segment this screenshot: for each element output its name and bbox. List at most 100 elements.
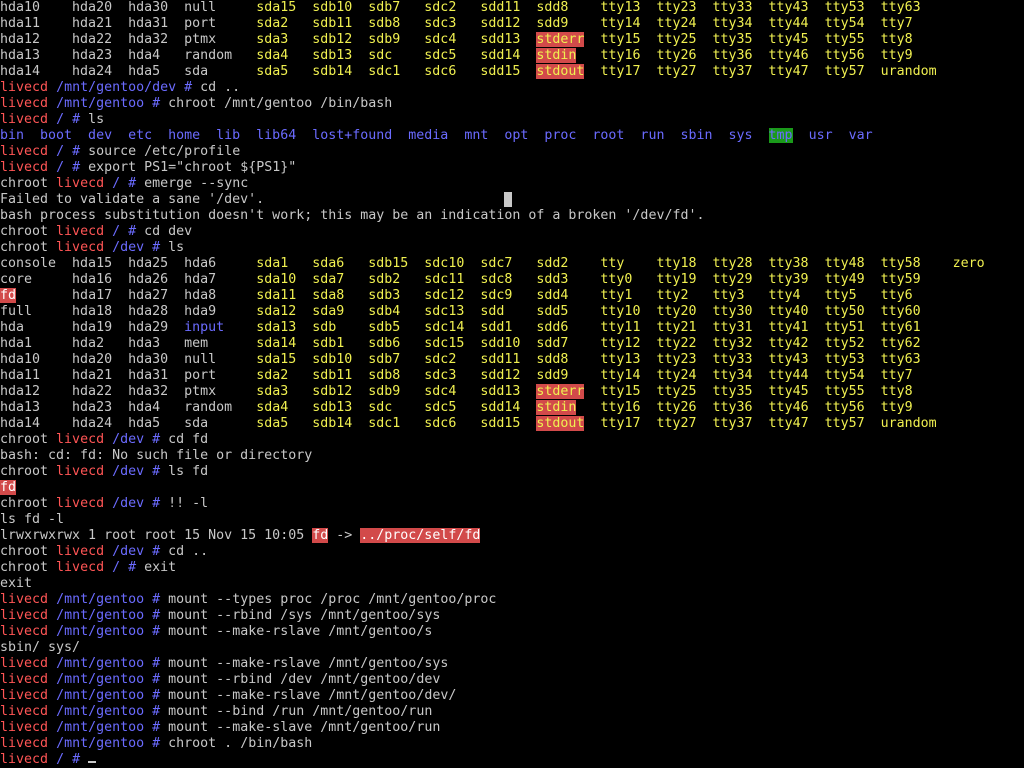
- terminal-text-segment: mount --make-rslave /mnt/gentoo/sys: [160, 656, 449, 671]
- terminal-text-segment: chroot: [0, 464, 57, 479]
- terminal-text-segment: livecd: [0, 704, 49, 719]
- terminal-text-segment: sda3 sdb12 sdb9 sdc4 sdd13: [256, 384, 537, 399]
- terminal-text-segment: core hda16 hda26 hda7: [0, 272, 257, 287]
- terminal-text-segment: fd: [0, 288, 17, 303]
- terminal-text-segment: /dev #: [112, 464, 161, 479]
- terminal-text-segment: livecd: [56, 432, 105, 447]
- terminal-text-segment: / #: [112, 176, 137, 191]
- terminal-line: livecd / #: [0, 752, 1024, 768]
- terminal-line: chroot livecd / # exit: [0, 560, 1024, 576]
- terminal-text-segment: hda14 hda24 hda5 sda: [0, 64, 257, 79]
- terminal-text-segment: sda5 sdb14 sdc1 sdc6 sdd15: [256, 416, 537, 431]
- terminal-line: hda13 hda23 hda4 random sda4 sdb13 sdc s…: [0, 400, 1024, 416]
- terminal-text-segment: stdout: [536, 64, 585, 79]
- terminal-text-segment: input: [184, 320, 225, 335]
- terminal-text-segment: mount --make-rslave /mnt/gentoo/dev/: [160, 688, 457, 703]
- terminal-text-segment: chroot /mnt/gentoo /bin/bash: [160, 96, 393, 111]
- terminal-text-segment: livecd: [0, 624, 49, 639]
- terminal-line: chroot livecd /dev # ls fd: [0, 464, 1024, 480]
- terminal-text-segment: /mnt/gentoo #: [56, 736, 161, 751]
- terminal-text-segment: /mnt/gentoo #: [56, 592, 161, 607]
- terminal-text-segment: livecd: [0, 736, 49, 751]
- terminal-text-segment: / #: [56, 160, 81, 175]
- terminal-line: fd: [0, 480, 1024, 496]
- terminal-line: livecd /mnt/gentoo # chroot . /bin/bash: [0, 736, 1024, 752]
- terminal-text-segment: hda11 hda21 hda31 port: [0, 16, 257, 31]
- terminal-text-segment: chroot: [0, 544, 57, 559]
- terminal-text-segment: console hda15 hda25 hda6: [0, 256, 257, 271]
- terminal-text-segment: source /etc/profile: [80, 144, 241, 159]
- terminal-text-segment: tty17 tty27 tty37 tty47 tty57 urandom: [584, 64, 937, 79]
- terminal-text-segment: Failed to validate a sane '/dev'.: [0, 192, 265, 207]
- terminal-screen[interactable]: hda10 hda20 hda30 null sda15 sdb10 sdb7 …: [0, 0, 1024, 768]
- terminal-text-segment: sda15 sdb10 sdb7 sdc2 sdd11 sdd8: [256, 0, 601, 15]
- terminal-line: exit: [0, 576, 1024, 592]
- terminal-line: full hda18 hda28 hda9 sda12 sda9 sdb4 sd…: [0, 304, 1024, 320]
- terminal-text-segment: sda3 sdb12 sdb9 sdc4 sdd13: [256, 32, 537, 47]
- terminal-text-segment: full hda18 hda28 hda9: [0, 304, 257, 319]
- terminal-text-segment: /dev #: [112, 544, 161, 559]
- terminal-text-segment: mount --bind /run /mnt/gentoo/run: [160, 704, 433, 719]
- terminal-text-segment: /dev #: [112, 432, 161, 447]
- terminal-line: console hda15 hda25 hda6 sda1 sda6 sdb15…: [0, 256, 1024, 272]
- terminal-text-segment: stdin: [536, 400, 577, 415]
- terminal-text-segment: sda2 sdb11 sdb8 sdc3 sdd12 sdd9 tty14 tt…: [256, 368, 913, 383]
- terminal-text-segment: /mnt/gentoo #: [56, 704, 161, 719]
- terminal-text-segment: chroot: [0, 176, 57, 191]
- terminal-line: bash: cd: fd: No such file or directory: [0, 448, 1024, 464]
- terminal-text-segment: livecd: [0, 112, 49, 127]
- terminal-text-segment: livecd: [0, 656, 49, 671]
- terminal-line: hda12 hda22 hda32 ptmx sda3 sdb12 sdb9 s…: [0, 32, 1024, 48]
- terminal-line: bash process substitution doesn't work; …: [0, 208, 1024, 224]
- terminal-line: hda1 hda2 hda3 mem sda14 sdb1 sdb6 sdc15…: [0, 336, 1024, 352]
- terminal-text-segment: hda10 hda20 hda30 null: [0, 352, 257, 367]
- terminal-text-segment: mount --rbind /sys /mnt/gentoo/sys: [160, 608, 441, 623]
- terminal-text-segment: /mnt/gentoo #: [56, 656, 161, 671]
- terminal-text-segment: livecd: [56, 240, 105, 255]
- terminal-text-segment: livecd: [56, 464, 105, 479]
- terminal-line: ls fd -l: [0, 512, 1024, 528]
- terminal-text-segment: livecd: [56, 496, 105, 511]
- terminal-text-segment: / #: [56, 752, 81, 767]
- terminal-text-segment: hda10 hda20 hda30 null: [0, 0, 257, 15]
- terminal-text-segment: livecd: [0, 144, 49, 159]
- block-cursor-icon: [88, 761, 97, 763]
- terminal-text-segment: livecd: [0, 160, 49, 175]
- terminal-text-segment: cd dev: [136, 224, 193, 239]
- terminal-text-segment: livecd: [56, 224, 105, 239]
- terminal-line: livecd /mnt/gentoo # mount --bind /run /…: [0, 704, 1024, 720]
- terminal-text-segment: sda10 sda7 sdb2 sdc11 sdc8 sdd3 tty0 tty…: [256, 272, 921, 287]
- terminal-text-segment: hda14 hda24 hda5 sda: [0, 416, 257, 431]
- terminal-text-segment: tty15 tty25 tty35 tty45 tty55 tty8: [584, 32, 913, 47]
- terminal-line: livecd /mnt/gentoo # mount --rbind /sys …: [0, 608, 1024, 624]
- terminal-line: hda11 hda21 hda31 port sda2 sdb11 sdb8 s…: [0, 16, 1024, 32]
- terminal-text-segment: /mnt/gentoo #: [56, 688, 161, 703]
- terminal-text-segment: / #: [56, 144, 81, 159]
- terminal-text-segment: sda4 sdb13 sdc sdc5 sdd14: [256, 400, 537, 415]
- terminal-line: livecd /mnt/gentoo/dev # cd ..: [0, 80, 1024, 96]
- terminal-text-segment: exit: [0, 576, 33, 591]
- terminal-text-segment: stdout: [536, 416, 585, 431]
- terminal-text-segment: ../proc/self/fd: [360, 528, 481, 543]
- terminal-line: core hda16 hda26 hda7 sda10 sda7 sdb2 sd…: [0, 272, 1024, 288]
- terminal-text-segment: sda12 sda9 sdb4 sdc13 sdd sdd5 tty10 tty…: [256, 304, 921, 319]
- terminal-line: fd hda17 hda27 hda8 sda11 sda8 sdb3 sdc1…: [0, 288, 1024, 304]
- terminal-text-segment: sbin/ sys/: [0, 640, 81, 655]
- terminal-text-segment: tty16 tty26 tty36 tty46 tty56 tty9: [576, 400, 913, 415]
- text-cursor-artifact: [504, 192, 512, 207]
- terminal-text-segment: hda12 hda22 hda32 ptmx: [0, 384, 257, 399]
